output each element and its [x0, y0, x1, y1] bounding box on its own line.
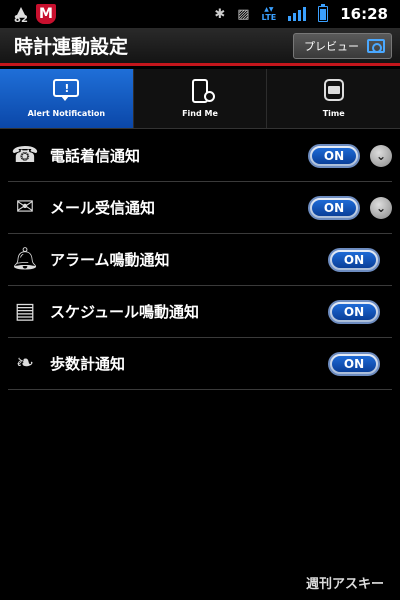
camera-icon: [367, 38, 385, 53]
toggle-label: ON: [332, 251, 376, 268]
watermark: 週刊アスキー: [305, 577, 384, 592]
item-label: 歩数計通知: [50, 355, 126, 373]
tab-bar: Alert Notification Find Me Time: [0, 69, 400, 129]
item-label: 電話着信通知: [50, 147, 141, 165]
calendar-icon: ▤: [14, 299, 36, 324]
find-me-icon: [186, 79, 215, 103]
vibrate-icon: ▨: [237, 6, 250, 22]
alarm-toggle[interactable]: ON: [328, 247, 380, 272]
phone-call-toggle[interactable]: ON: [308, 143, 360, 168]
schedule-toggle[interactable]: ON: [328, 299, 380, 324]
title-bar: 時計連動設定 プレビュー: [0, 28, 400, 66]
list-item-pedometer[interactable]: ❧ 歩数計通知 ON: [8, 338, 392, 390]
preview-button[interactable]: プレビュー: [293, 32, 392, 59]
bell-icon: 🔔︎: [11, 247, 39, 272]
status-bar: ▲ 82 M ✱ ▨ ▲▼ LTE 16:28: [0, 0, 400, 28]
settings-list: ☎ 電話着信通知 ON ⌄ ✉ メール受信通知 ON ⌄ 🔔︎ アラーム鳴動通知…: [0, 130, 400, 390]
mcafee-icon[interactable]: M: [36, 4, 56, 24]
alert-notification-icon: [52, 79, 80, 103]
status-bar-right: ✱ ▨ ▲▼ LTE 16:28: [214, 4, 400, 23]
mail-icon: ✉: [15, 195, 35, 220]
pedometer-toggle[interactable]: ON: [328, 351, 380, 376]
chevron-down-icon[interactable]: ⌄: [370, 144, 392, 167]
item-label: アラーム鳴動通知: [50, 251, 170, 269]
list-item-mail[interactable]: ✉ メール受信通知 ON ⌄: [8, 182, 392, 234]
tab-alert-notification[interactable]: Alert Notification: [0, 69, 134, 128]
toggle-label: ON: [312, 199, 356, 216]
chevron-down-icon[interactable]: ⌄: [370, 196, 392, 219]
tab-label: Find Me: [182, 109, 218, 118]
time-icon: [320, 79, 348, 103]
notification-icon[interactable]: ▲ 82: [12, 4, 30, 25]
item-label: スケジュール鳴動通知: [50, 303, 199, 321]
lte-icon: ▲▼ LTE: [261, 6, 277, 22]
tab-label: Alert Notification: [27, 109, 106, 118]
clock: 16:28: [340, 5, 388, 23]
toggle-label: ON: [332, 355, 376, 372]
phone-icon: ☎: [11, 143, 39, 168]
preview-button-label: プレビュー: [304, 39, 359, 53]
item-label: メール受信通知: [50, 199, 156, 217]
network-type: LTE: [261, 13, 277, 22]
list-item-alarm[interactable]: 🔔︎ アラーム鳴動通知 ON: [8, 234, 392, 286]
toggle-label: ON: [312, 147, 356, 164]
tab-time[interactable]: Time: [267, 69, 400, 128]
notification-badge: 82: [14, 14, 28, 25]
tab-label: Time: [322, 109, 345, 118]
page-title: 時計連動設定: [14, 36, 129, 58]
signal-icon: [288, 7, 307, 21]
bluetooth-icon: ✱: [214, 6, 226, 22]
tab-find-me[interactable]: Find Me: [134, 69, 268, 128]
mail-toggle[interactable]: ON: [308, 195, 360, 220]
list-item-phone-call[interactable]: ☎ 電話着信通知 ON ⌄: [8, 130, 392, 182]
footprint-icon: ❧: [15, 351, 35, 376]
toggle-label: ON: [332, 303, 376, 320]
battery-icon: [318, 4, 329, 22]
list-item-schedule[interactable]: ▤ スケジュール鳴動通知 ON: [8, 286, 392, 338]
status-bar-left: ▲ 82 M: [0, 4, 56, 25]
